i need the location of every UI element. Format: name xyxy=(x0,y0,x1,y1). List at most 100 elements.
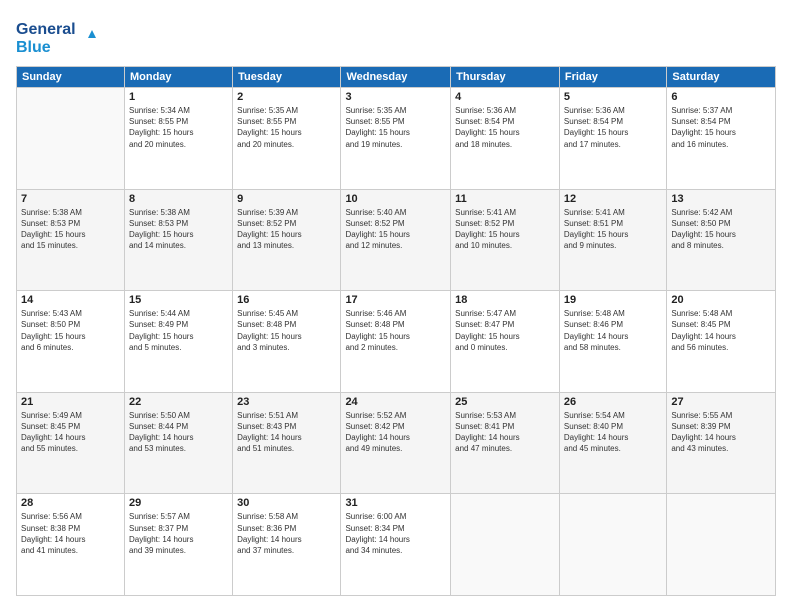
calendar-cell: 27Sunrise: 5:55 AMSunset: 8:39 PMDayligh… xyxy=(667,392,776,494)
day-detail: Sunrise: 5:47 AMSunset: 8:47 PMDaylight:… xyxy=(455,308,555,353)
day-detail: Sunrise: 5:37 AMSunset: 8:54 PMDaylight:… xyxy=(671,105,771,150)
calendar-cell: 13 Sunrise: 5:42 AMSunset: 8:50 PMDayligh… xyxy=(667,189,776,291)
day-detail: Sunrise: 5:54 AMSunset: 8:40 PMDaylight:… xyxy=(564,410,662,455)
col-header-wednesday: Wednesday xyxy=(341,67,451,88)
day-number: 24 xyxy=(345,396,446,408)
day-number: 4 xyxy=(455,91,555,103)
day-number: 13 xyxy=(671,193,771,205)
day-detail: Sunrise: 5:46 AMSunset: 8:48 PMDaylight:… xyxy=(345,308,446,353)
day-number: 31 xyxy=(345,497,446,509)
calendar-cell: 10 Sunrise: 5:40 AMSunset: 8:52 PMDayligh… xyxy=(341,189,451,291)
col-header-monday: Monday xyxy=(124,67,232,88)
day-number: 11 xyxy=(455,193,555,205)
calendar-cell: 20 Sunrise: 5:48 AMSunset: 8:45 PMDayligh… xyxy=(667,291,776,393)
calendar-cell: 14 Sunrise: 5:43 AMSunset: 8:50 PMDayligh… xyxy=(17,291,125,393)
calendar-cell: 24 Sunrise: 5:52 AMSunset: 8:42 PMDayligh… xyxy=(341,392,451,494)
calendar-cell xyxy=(559,494,666,596)
day-detail: Sunrise: 5:35 AMSunset: 8:55 PMDaylight:… xyxy=(345,105,446,150)
calendar-cell: 6 Sunrise: 5:37 AMSunset: 8:54 PMDaylight… xyxy=(667,88,776,190)
calendar-cell xyxy=(667,494,776,596)
calendar-cell: 16 Sunrise: 5:45 AMSunset: 8:48 PMDayligh… xyxy=(233,291,341,393)
day-detail: Sunrise: 5:52 AMSunset: 8:42 PMDaylight:… xyxy=(345,410,446,455)
day-number: 20 xyxy=(671,294,771,306)
calendar-table: SundayMondayTuesdayWednesdayThursdayFrid… xyxy=(16,66,776,596)
day-number: 19 xyxy=(564,294,662,306)
day-number: 6 xyxy=(671,91,771,103)
calendar-cell: 28Sunrise: 5:56 AMSunset: 8:38 PMDayligh… xyxy=(17,494,125,596)
calendar-cell: 18 Sunrise: 5:47 AMSunset: 8:47 PMDayligh… xyxy=(451,291,560,393)
day-detail: Sunrise: 5:51 AMSunset: 8:43 PMDaylight:… xyxy=(237,410,336,455)
day-number: 17 xyxy=(345,294,446,306)
day-number: 9 xyxy=(237,193,336,205)
day-number: 3 xyxy=(345,91,446,103)
calendar-week-4: 21Sunrise: 5:49 AMSunset: 8:45 PMDayligh… xyxy=(17,392,776,494)
col-header-friday: Friday xyxy=(559,67,666,88)
day-detail: Sunrise: 5:39 AMSunset: 8:52 PMDaylight:… xyxy=(237,207,336,252)
day-number: 18 xyxy=(455,294,555,306)
logo-svg: GeneralBlue xyxy=(16,16,106,56)
svg-text:Blue: Blue xyxy=(16,39,51,56)
calendar-cell xyxy=(17,88,125,190)
day-detail: Sunrise: 5:41 AMSunset: 8:51 PMDaylight:… xyxy=(564,207,662,252)
calendar-cell: 25Sunrise: 5:53 AMSunset: 8:41 PMDayligh… xyxy=(451,392,560,494)
day-number: 30 xyxy=(237,497,336,509)
calendar-week-1: 1Sunrise: 5:34 AMSunset: 8:55 PMDaylight… xyxy=(17,88,776,190)
day-detail: Sunrise: 5:35 AMSunset: 8:55 PMDaylight:… xyxy=(237,105,336,150)
calendar-cell: 1Sunrise: 5:34 AMSunset: 8:55 PMDaylight… xyxy=(124,88,232,190)
day-number: 14 xyxy=(21,294,120,306)
day-detail: Sunrise: 5:56 AMSunset: 8:38 PMDaylight:… xyxy=(21,511,120,556)
calendar-cell: 11Sunrise: 5:41 AMSunset: 8:52 PMDayligh… xyxy=(451,189,560,291)
svg-text:General: General xyxy=(16,21,76,38)
day-detail: Sunrise: 5:48 AMSunset: 8:45 PMDaylight:… xyxy=(671,308,771,353)
day-detail: Sunrise: 5:38 AMSunset: 8:53 PMDaylight:… xyxy=(21,207,120,252)
day-detail: Sunrise: 5:44 AMSunset: 8:49 PMDaylight:… xyxy=(129,308,228,353)
calendar-week-5: 28Sunrise: 5:56 AMSunset: 8:38 PMDayligh… xyxy=(17,494,776,596)
day-detail: Sunrise: 5:48 AMSunset: 8:46 PMDaylight:… xyxy=(564,308,662,353)
day-detail: Sunrise: 5:36 AMSunset: 8:54 PMDaylight:… xyxy=(455,105,555,150)
col-header-tuesday: Tuesday xyxy=(233,67,341,88)
day-number: 5 xyxy=(564,91,662,103)
calendar-cell: 3 Sunrise: 5:35 AMSunset: 8:55 PMDaylight… xyxy=(341,88,451,190)
day-number: 16 xyxy=(237,294,336,306)
calendar-cell: 17 Sunrise: 5:46 AMSunset: 8:48 PMDayligh… xyxy=(341,291,451,393)
calendar-cell: 23 Sunrise: 5:51 AMSunset: 8:43 PMDayligh… xyxy=(233,392,341,494)
calendar-cell: 31 Sunrise: 6:00 AMSunset: 8:34 PMDayligh… xyxy=(341,494,451,596)
calendar-cell: 26 Sunrise: 5:54 AMSunset: 8:40 PMDayligh… xyxy=(559,392,666,494)
day-detail: Sunrise: 5:45 AMSunset: 8:48 PMDaylight:… xyxy=(237,308,336,353)
day-detail: Sunrise: 5:50 AMSunset: 8:44 PMDaylight:… xyxy=(129,410,228,455)
day-detail: Sunrise: 5:38 AMSunset: 8:53 PMDaylight:… xyxy=(129,207,228,252)
calendar-cell: 7 Sunrise: 5:38 AMSunset: 8:53 PMDaylight… xyxy=(17,189,125,291)
col-header-saturday: Saturday xyxy=(667,67,776,88)
calendar-week-2: 7 Sunrise: 5:38 AMSunset: 8:53 PMDaylight… xyxy=(17,189,776,291)
calendar-cell: 8 Sunrise: 5:38 AMSunset: 8:53 PMDaylight… xyxy=(124,189,232,291)
calendar-cell: 9 Sunrise: 5:39 AMSunset: 8:52 PMDaylight… xyxy=(233,189,341,291)
calendar-cell: 4 Sunrise: 5:36 AMSunset: 8:54 PMDaylight… xyxy=(451,88,560,190)
calendar-cell: 5Sunrise: 5:36 AMSunset: 8:54 PMDaylight… xyxy=(559,88,666,190)
calendar-header-row: SundayMondayTuesdayWednesdayThursdayFrid… xyxy=(17,67,776,88)
calendar-cell xyxy=(451,494,560,596)
day-number: 23 xyxy=(237,396,336,408)
calendar-cell: 30Sunrise: 5:58 AMSunset: 8:36 PMDayligh… xyxy=(233,494,341,596)
day-number: 12 xyxy=(564,193,662,205)
day-detail: Sunrise: 5:57 AMSunset: 8:37 PMDaylight:… xyxy=(129,511,228,556)
day-number: 29 xyxy=(129,497,228,509)
col-header-sunday: Sunday xyxy=(17,67,125,88)
page: GeneralBlue SundayMondayTuesdayWednesday… xyxy=(0,0,792,612)
day-detail: Sunrise: 5:42 AMSunset: 8:50 PMDaylight:… xyxy=(671,207,771,252)
calendar-cell: 12 Sunrise: 5:41 AMSunset: 8:51 PMDayligh… xyxy=(559,189,666,291)
day-number: 8 xyxy=(129,193,228,205)
day-number: 2 xyxy=(237,91,336,103)
day-number: 10 xyxy=(345,193,446,205)
day-detail: Sunrise: 6:00 AMSunset: 8:34 PMDaylight:… xyxy=(345,511,446,556)
day-number: 25 xyxy=(455,396,555,408)
day-detail: Sunrise: 5:55 AMSunset: 8:39 PMDaylight:… xyxy=(671,410,771,455)
day-number: 7 xyxy=(21,193,120,205)
calendar-cell: 2 Sunrise: 5:35 AMSunset: 8:55 PMDaylight… xyxy=(233,88,341,190)
day-number: 21 xyxy=(21,396,120,408)
day-detail: Sunrise: 5:43 AMSunset: 8:50 PMDaylight:… xyxy=(21,308,120,353)
calendar-week-3: 14 Sunrise: 5:43 AMSunset: 8:50 PMDayligh… xyxy=(17,291,776,393)
day-number: 26 xyxy=(564,396,662,408)
logo: GeneralBlue xyxy=(16,16,106,56)
calendar-cell: 22Sunrise: 5:50 AMSunset: 8:44 PMDayligh… xyxy=(124,392,232,494)
day-detail: Sunrise: 5:40 AMSunset: 8:52 PMDaylight:… xyxy=(345,207,446,252)
